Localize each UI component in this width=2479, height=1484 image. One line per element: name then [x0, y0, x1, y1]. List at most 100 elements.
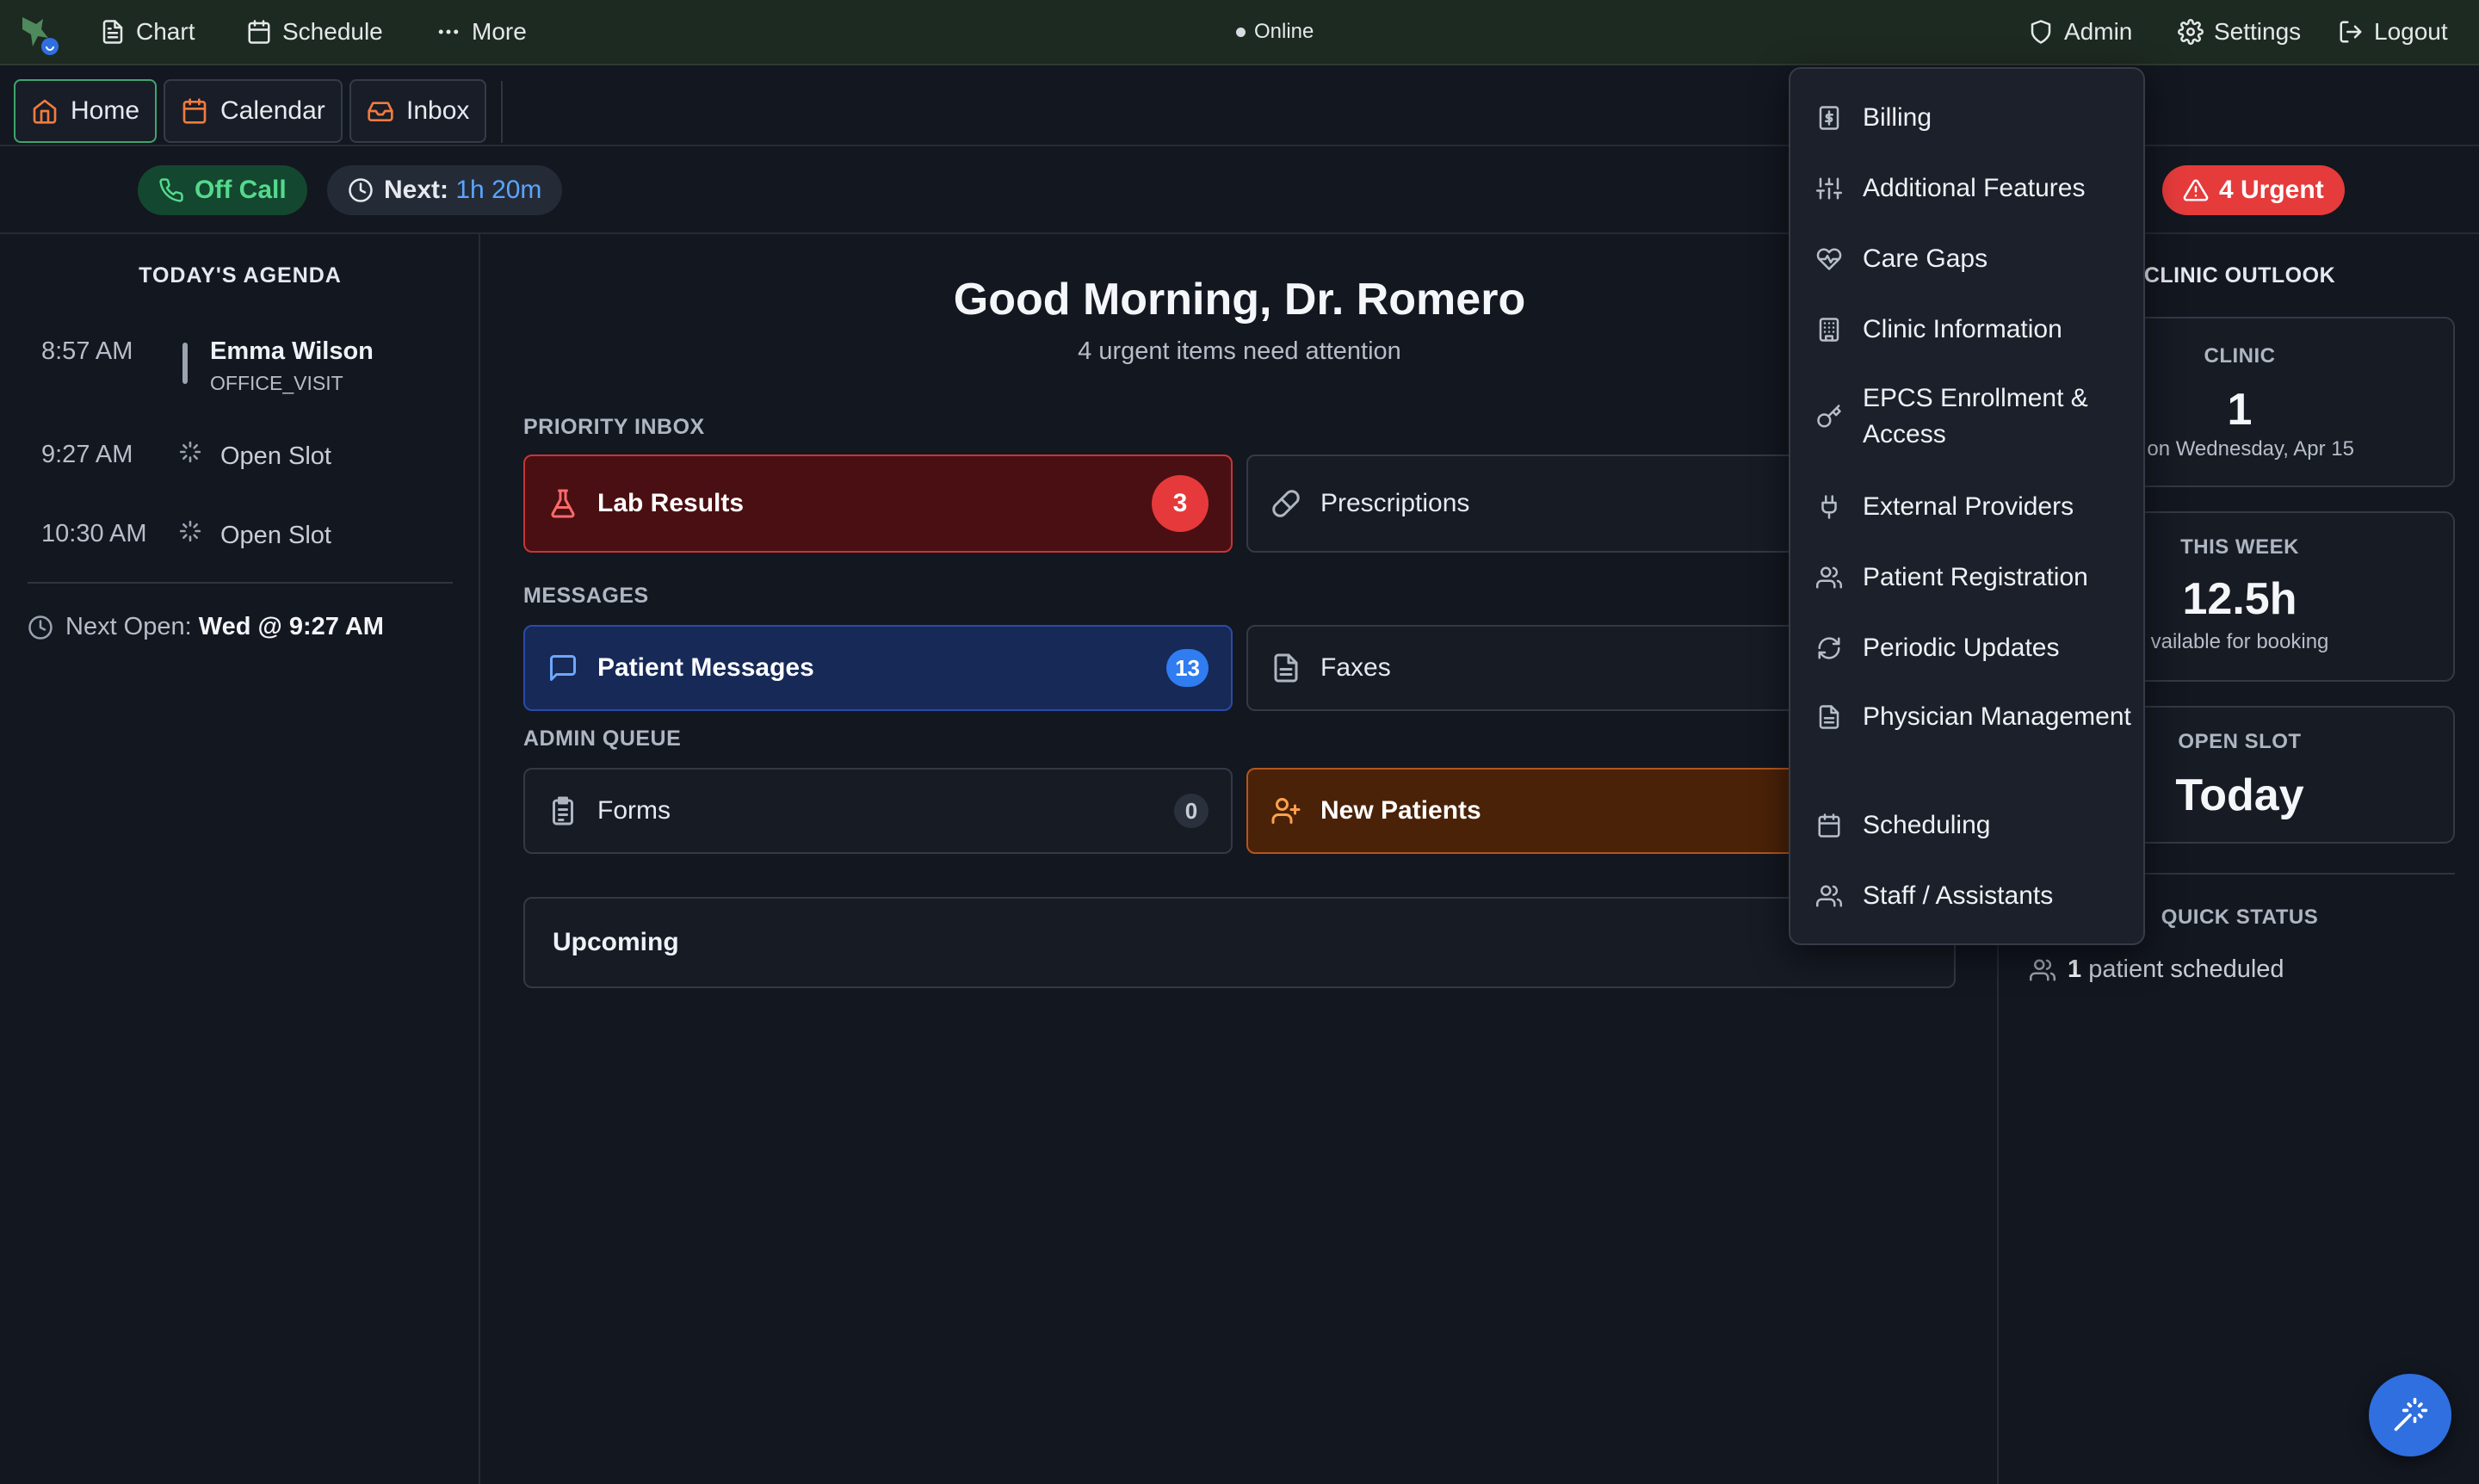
call-status-pill[interactable]: Off Call	[138, 165, 307, 215]
menu-item-external-providers[interactable]: External Providers	[1816, 489, 2135, 525]
user-plus-icon	[1270, 795, 1301, 826]
clipboard-icon	[547, 795, 578, 826]
upcoming-label: Upcoming	[553, 928, 679, 956]
patient-name: Emma Wilson	[210, 337, 374, 365]
nav-more[interactable]: More	[436, 0, 527, 64]
message-icon	[547, 652, 578, 683]
pill-icon	[1270, 488, 1301, 519]
urgent-label: 4 Urgent	[2219, 176, 2324, 204]
building-icon	[1816, 317, 1842, 343]
nav-more-label: More	[472, 18, 527, 45]
tab-calendar[interactable]: Calendar	[164, 79, 343, 143]
appointment-marker	[182, 343, 188, 384]
tab-home-label: Home	[71, 96, 140, 125]
tab-inbox-label: Inbox	[406, 96, 470, 125]
ellipsis-icon	[436, 19, 461, 45]
logout-button-label: Logout	[2374, 18, 2448, 45]
menu-item-label: External Providers	[1863, 492, 2074, 521]
admin-dropdown-menu: Billing Additional Features Care Gaps Cl…	[1789, 67, 2145, 945]
loader-icon	[179, 520, 201, 542]
sliders-icon	[1816, 176, 1842, 201]
card-label: Patient Messages	[597, 653, 814, 682]
menu-item-care-gaps[interactable]: Care Gaps	[1816, 241, 2135, 277]
loader-icon	[179, 441, 201, 463]
menu-item-patient-registration[interactable]: Patient Registration	[1816, 560, 2135, 596]
inbox-icon	[367, 97, 394, 125]
upcoming-section-header[interactable]: Upcoming	[523, 897, 1956, 988]
magic-wand-icon	[2391, 1396, 2429, 1434]
nav-chart[interactable]: Chart	[100, 0, 195, 64]
settings-button[interactable]: Settings	[2178, 0, 2301, 64]
menu-item-billing[interactable]: Billing	[1816, 100, 2135, 136]
call-status-label: Off Call	[195, 176, 287, 204]
gear-icon	[2178, 19, 2204, 45]
patient-messages-card[interactable]: Patient Messages 13	[523, 625, 1233, 711]
lab-results-card[interactable]: Lab Results 3	[523, 454, 1233, 553]
quick-status-text: patient scheduled	[2088, 955, 2284, 983]
section-label-priority: PRIORITY INBOX	[523, 415, 705, 439]
menu-item-label: Care Gaps	[1863, 244, 1988, 273]
connection-status: Online	[1236, 0, 1314, 64]
users-icon	[2030, 957, 2056, 983]
clock-icon	[28, 615, 53, 640]
phone-icon	[158, 177, 184, 203]
next-open-info: Next Open: Wed @ 9:27 AM	[28, 613, 384, 641]
admin-button[interactable]: Admin	[2028, 0, 2132, 64]
file-text-icon	[100, 19, 126, 45]
menu-item-label: Physician Management	[1863, 702, 2131, 731]
dollar-doc-icon	[1816, 105, 1842, 131]
connection-status-label: Online	[1254, 20, 1314, 43]
urgent-badge[interactable]: 4 Urgent	[2162, 165, 2345, 215]
menu-item-additional-features[interactable]: Additional Features	[1816, 170, 2135, 207]
menu-item-label: Scheduling	[1863, 811, 1991, 839]
tab-inbox[interactable]: Inbox	[349, 79, 487, 143]
clock-icon	[348, 177, 374, 203]
status-dot-icon	[1236, 27, 1246, 37]
open-slot-label: Open Slot	[220, 442, 331, 470]
top-bar: Chart Schedule More Online Admin Setting…	[0, 0, 2479, 65]
menu-item-label: Clinic Information	[1863, 315, 2062, 343]
menu-item-label: Staff / Assistants	[1863, 881, 2054, 910]
page-title: Good Morning, Dr. Romero	[953, 275, 1526, 325]
visit-type: OFFICE_VISIT	[210, 372, 343, 394]
agenda-title: TODAY'S AGENDA	[139, 263, 342, 288]
forms-card[interactable]: Forms 0	[523, 768, 1233, 854]
menu-item-periodic-updates[interactable]: Periodic Updates	[1816, 630, 2135, 666]
menu-item-physician-management[interactable]: Physician Management	[1816, 699, 2135, 735]
tab-calendar-label: Calendar	[220, 96, 325, 125]
app-logo[interactable]	[17, 12, 62, 57]
menu-item-scheduling[interactable]: Scheduling	[1816, 807, 2135, 844]
alert-triangle-icon	[2183, 177, 2209, 203]
calendar-icon	[1816, 813, 1842, 838]
menu-item-label: Patient Registration	[1863, 563, 2088, 591]
tab-home[interactable]: Home	[14, 79, 158, 143]
section-label-admin: ADMIN QUEUE	[523, 727, 682, 751]
flask-icon	[547, 488, 578, 519]
document-icon	[1270, 652, 1301, 683]
divider	[28, 582, 453, 584]
count-badge: 3	[1152, 475, 1209, 532]
ai-assistant-button[interactable]	[2369, 1374, 2451, 1456]
menu-item-epcs-enrollment[interactable]: EPCS Enrollment & Access	[1816, 380, 2135, 453]
logout-button[interactable]: Logout	[2338, 0, 2448, 64]
admin-button-label: Admin	[2064, 18, 2133, 45]
card-label: Lab Results	[597, 489, 745, 517]
menu-item-staff-assistants[interactable]: Staff / Assistants	[1816, 878, 2135, 914]
users-icon	[1816, 565, 1842, 591]
plug-icon	[1816, 494, 1842, 520]
calendar-icon	[181, 97, 208, 125]
nav-chart-label: Chart	[136, 18, 195, 45]
tab-divider	[501, 81, 503, 143]
menu-item-clinic-information[interactable]: Clinic Information	[1816, 312, 2135, 348]
open-slot-label: Open Slot	[220, 522, 331, 549]
logout-icon	[2338, 19, 2364, 45]
agenda-time: 8:57 AM	[41, 337, 133, 365]
refresh-icon	[1816, 635, 1842, 661]
nav-schedule[interactable]: Schedule	[246, 0, 383, 64]
menu-item-label: Additional Features	[1863, 174, 2086, 202]
card-label: Forms	[597, 796, 671, 825]
home-icon	[31, 97, 59, 125]
quick-status-count: 1	[2068, 955, 2082, 983]
count-badge: 0	[1174, 794, 1209, 828]
menu-item-label: Periodic Updates	[1863, 634, 2060, 662]
